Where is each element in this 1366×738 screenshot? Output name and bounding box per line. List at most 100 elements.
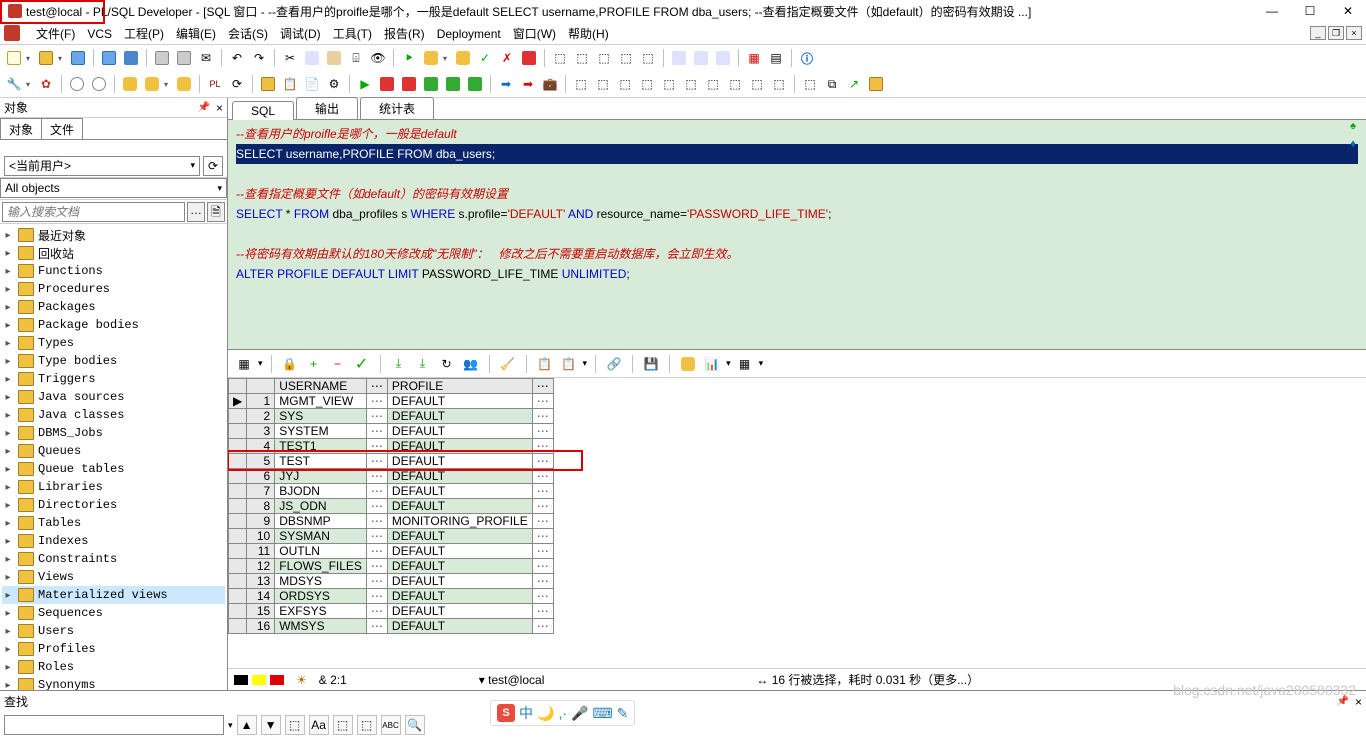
tree-item[interactable]: ▸Constraints	[2, 550, 225, 568]
post-button[interactable]: ✓	[352, 354, 372, 374]
find-next-button[interactable]: ▼	[261, 715, 281, 735]
find-opt2[interactable]: Aa	[309, 715, 329, 735]
tb-key[interactable]: 🔧	[4, 74, 24, 94]
tb-savedoc[interactable]	[99, 48, 119, 68]
table-row[interactable]: ▶1MGMT_VIEW⋯DEFAULT⋯	[229, 394, 554, 409]
delete-row-button[interactable]: −	[328, 354, 348, 374]
search-doc-button[interactable]: 🗎	[207, 202, 225, 222]
tb-copy[interactable]	[302, 48, 322, 68]
table-row[interactable]: 2SYS⋯DEFAULT⋯	[229, 409, 554, 424]
tb-m4[interactable]: ⬚	[637, 74, 657, 94]
tree-item[interactable]: ▸Users	[2, 622, 225, 640]
tree-item[interactable]: ▸Procedures	[2, 280, 225, 298]
tb-cut[interactable]: ✂	[280, 48, 300, 68]
minimize-button[interactable]: —	[1262, 4, 1282, 18]
grid-view-button[interactable]: ▦	[234, 354, 254, 374]
tree-item[interactable]: ▸DBMS_Jobs	[2, 424, 225, 442]
drum-button[interactable]	[678, 354, 698, 374]
connection-status[interactable]: ▾ test@local	[479, 673, 545, 687]
tree-item[interactable]: ▸Profiles	[2, 640, 225, 658]
tb-deploy1[interactable]: ⬚	[800, 74, 820, 94]
menu-deployment[interactable]: Deployment	[431, 25, 507, 43]
object-filter-combo[interactable]: All objects ▾	[0, 178, 227, 198]
editor-tab-0[interactable]: SQL	[232, 101, 294, 120]
tb-exec[interactable]	[421, 48, 441, 68]
tb-findnext[interactable]	[89, 74, 109, 94]
tree-item[interactable]: ▸Queue tables	[2, 460, 225, 478]
editor-tab-2[interactable]: 统计表	[360, 97, 434, 119]
table-row[interactable]: 15EXFSYS⋯DEFAULT⋯	[229, 604, 554, 619]
table-row[interactable]: 4TEST1⋯DEFAULT⋯	[229, 439, 554, 454]
editor-tab-1[interactable]: 输出	[296, 97, 358, 119]
tb-m10[interactable]: ⬚	[769, 74, 789, 94]
tb-plsql[interactable]: PL	[205, 74, 225, 94]
tb-m6[interactable]: ⬚	[681, 74, 701, 94]
tree-item[interactable]: ▸Functions	[2, 262, 225, 280]
search-browse-button[interactable]: …	[187, 202, 205, 222]
menu-帮助h[interactable]: 帮助(H)	[562, 25, 615, 43]
tb-stop[interactable]	[519, 48, 539, 68]
fetch-first-button[interactable]: ⤓	[389, 354, 409, 374]
tb-m7[interactable]: ⬚	[703, 74, 723, 94]
tb-email[interactable]: ✉	[196, 48, 216, 68]
prev-sql-button[interactable]: ♠	[1346, 120, 1360, 134]
tb-list[interactable]: ▤	[766, 48, 786, 68]
current-user-combo[interactable]: <当前用户> ▾	[4, 156, 200, 176]
tb-new[interactable]	[4, 48, 24, 68]
maximize-button[interactable]: ☐	[1300, 4, 1320, 18]
tb-m2[interactable]: ⬚	[593, 74, 613, 94]
tree-item[interactable]: ▸Materialized views	[2, 586, 225, 604]
tree-item[interactable]: ▸Types	[2, 334, 225, 352]
tb-win1[interactable]	[669, 48, 689, 68]
tb-win3[interactable]	[713, 48, 733, 68]
tb-save[interactable]	[68, 48, 88, 68]
tb-beauty[interactable]: ✿	[36, 74, 56, 94]
menu-报告r[interactable]: 报告(R)	[378, 25, 431, 43]
tree-item[interactable]: ▸Synonyms	[2, 676, 225, 690]
table-row[interactable]: 6JYJ⋯DEFAULT⋯	[229, 469, 554, 484]
tree-item[interactable]: ▸Sequences	[2, 604, 225, 622]
menu-编辑e[interactable]: 编辑(E)	[170, 25, 222, 43]
tb-arrow1[interactable]: ➡	[496, 74, 516, 94]
tb-dbg-over[interactable]	[399, 74, 419, 94]
search-input[interactable]	[2, 202, 185, 222]
tree-item[interactable]: ▸Directories	[2, 496, 225, 514]
tb-brief[interactable]: 💼	[540, 74, 560, 94]
add-row-button[interactable]: +	[304, 354, 324, 374]
tb-arrow2[interactable]: ➡	[518, 74, 538, 94]
lock-button[interactable]: 🔒	[280, 354, 300, 374]
tb-open[interactable]	[36, 48, 56, 68]
refresh-grid-button[interactable]: ↻	[437, 354, 457, 374]
menu-工具t[interactable]: 工具(T)	[327, 25, 378, 43]
tb-find2[interactable]: 👁	[368, 48, 388, 68]
tb-recompile[interactable]: ⟳	[227, 74, 247, 94]
tb-import[interactable]: 📋	[280, 74, 300, 94]
tb-sel[interactable]: ⌹	[346, 48, 366, 68]
tb-deploy2[interactable]: ⧉	[822, 74, 842, 94]
pin-icon[interactable]: 📌	[198, 102, 210, 113]
tb-saveall[interactable]	[121, 48, 141, 68]
mdi-restore[interactable]: ❐	[1328, 26, 1344, 40]
tb-rollback[interactable]: ✗	[497, 48, 517, 68]
table-row[interactable]: 10SYSMAN⋯DEFAULT⋯	[229, 529, 554, 544]
tb-cal[interactable]: ▦	[744, 48, 764, 68]
tree-item[interactable]: ▸Libraries	[2, 478, 225, 496]
table-row[interactable]: 7BJODN⋯DEFAULT⋯	[229, 484, 554, 499]
tb-debug3[interactable]: ⬚	[594, 48, 614, 68]
sql-editor[interactable]: --查看用户的proifle是哪个，一般是defaultSELECT usern…	[228, 120, 1366, 350]
tree-item[interactable]: ▸Tables	[2, 514, 225, 532]
menu-窗口w[interactable]: 窗口(W)	[507, 25, 562, 43]
table-row[interactable]: 11OUTLN⋯DEFAULT⋯	[229, 544, 554, 559]
refresh-button[interactable]: ⟳	[203, 156, 223, 176]
fetch-all-button[interactable]: ⤓	[413, 354, 433, 374]
tb-dbg-stop[interactable]	[465, 74, 485, 94]
table-row[interactable]: 5TEST⋯DEFAULT⋯	[229, 454, 554, 469]
chart-button[interactable]: 📊	[702, 354, 722, 374]
tree-item[interactable]: ▸Java classes	[2, 406, 225, 424]
table-row[interactable]: 14ORDSYS⋯DEFAULT⋯	[229, 589, 554, 604]
tb-compare[interactable]	[258, 74, 278, 94]
copy-grid-button[interactable]: 📋	[535, 354, 555, 374]
tb-redo[interactable]: ↷	[249, 48, 269, 68]
tree-item[interactable]: ▸Triggers	[2, 370, 225, 388]
tb-dbg-go[interactable]: ▶	[355, 74, 375, 94]
